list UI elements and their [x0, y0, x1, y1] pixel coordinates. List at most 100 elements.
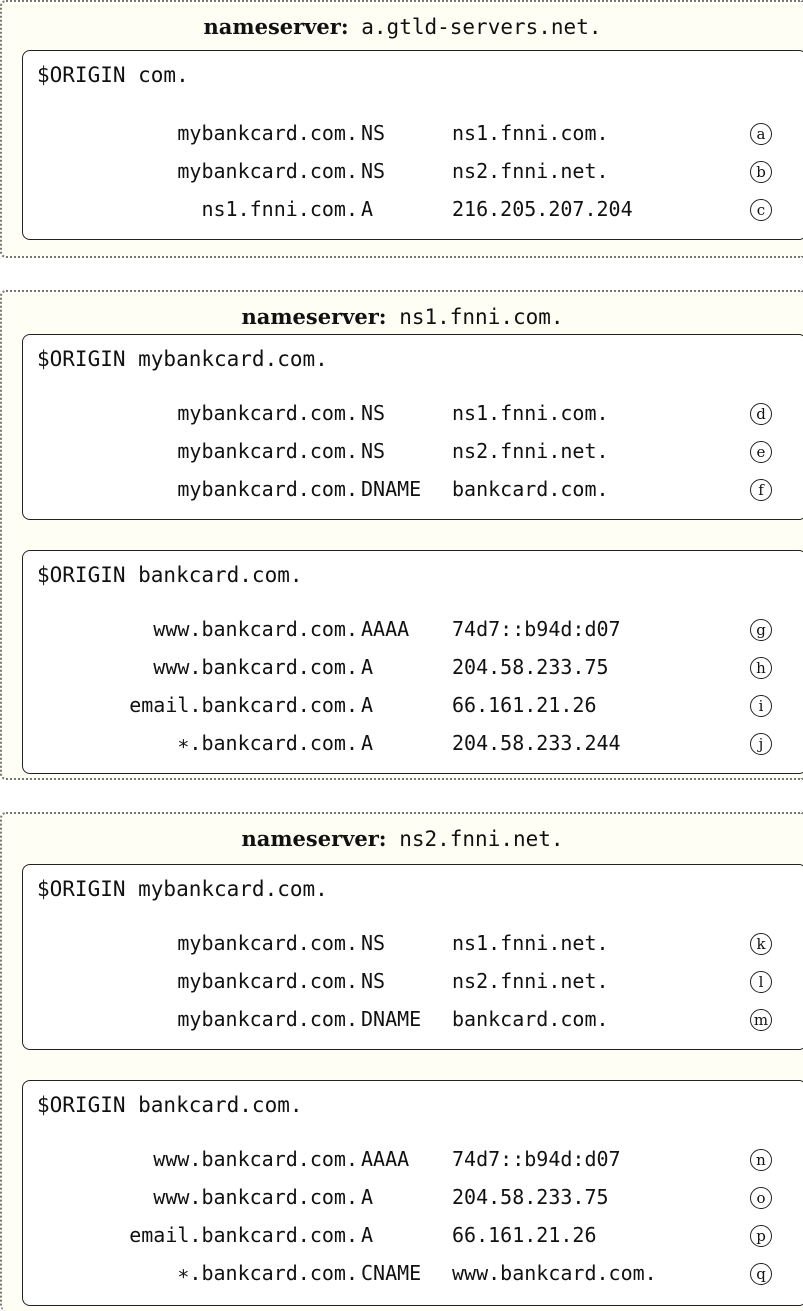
record-owner: www.bankcard.com. [153, 617, 358, 641]
dns-record: www.bankcard.com. AAAA 74d7::b94d:d07 n [23, 1147, 803, 1179]
nameserver-name: ns1.fnni.com. [399, 305, 564, 329]
record-owner: mybankcard.com. [177, 439, 358, 463]
record-data: 74d7::b94d:d07 [452, 1147, 621, 1171]
record-type: AAAA [361, 617, 410, 641]
zone-origin: $ORIGIN bankcard.com. [37, 563, 303, 587]
record-type: NS [361, 969, 386, 993]
dns-record: www.bankcard.com. AAAA 74d7::b94d:d07 g [23, 617, 803, 649]
record-owner: email.bankcard.com. [129, 693, 358, 717]
record-owner: ∗.bankcard.com. [177, 1261, 358, 1285]
record-type: A [361, 731, 374, 755]
nameserver-title: nameserver: ns1.fnni.com. [2, 304, 803, 329]
nameserver-panel-ns1-fnni: nameserver: ns1.fnni.com. $ORIGIN mybank… [0, 290, 803, 780]
nameserver-title: nameserver: a.gtld-servers.net. [2, 14, 803, 39]
record-label-circle: d [750, 403, 772, 425]
record-data: www.bankcard.com. [452, 1261, 657, 1285]
dns-record: mybankcard.com. DNAME bankcard.com. f [23, 477, 803, 509]
record-data: 66.161.21.26 [452, 693, 597, 717]
record-owner: mybankcard.com. [177, 931, 358, 955]
zone-box-mybankcard: $ORIGIN mybankcard.com. mybankcard.com. … [22, 864, 803, 1050]
record-owner: mybankcard.com. [177, 159, 358, 183]
zone-origin: $ORIGIN com. [37, 63, 189, 87]
record-label-circle: p [750, 1225, 772, 1247]
record-data: ns2.fnni.net. [452, 969, 609, 993]
dns-record: ∗.bankcard.com. A 204.58.233.244 j [23, 731, 803, 763]
zone-box-bankcard: $ORIGIN bankcard.com. www.bankcard.com. … [22, 550, 803, 774]
record-label-circle: e [750, 441, 772, 463]
record-type: NS [361, 401, 386, 425]
record-label-circle: c [750, 199, 772, 221]
record-data: ns1.fnni.net. [452, 931, 609, 955]
record-data: ns1.fnni.com. [452, 121, 609, 145]
nameserver-panel-ns2-fnni: nameserver: ns2.fnni.net. $ORIGIN mybank… [0, 812, 803, 1311]
record-label-circle: f [750, 479, 772, 501]
record-label-circle: b [750, 161, 772, 183]
record-type: DNAME [361, 1007, 422, 1031]
nameserver-title: nameserver: ns2.fnni.net. [2, 826, 803, 851]
record-type: CNAME [361, 1261, 422, 1285]
zone-box-bankcard: $ORIGIN bankcard.com. www.bankcard.com. … [22, 1080, 803, 1306]
dns-record: mybankcard.com. NS ns2.fnni.net. b [23, 159, 803, 191]
record-type: AAAA [361, 1147, 410, 1171]
record-type: NS [361, 439, 386, 463]
dns-record: ns1.fnni.com. A 216.205.207.204 c [23, 197, 803, 229]
zone-box-mybankcard: $ORIGIN mybankcard.com. mybankcard.com. … [22, 334, 803, 520]
zone-origin: $ORIGIN bankcard.com. [37, 1093, 303, 1117]
nameserver-name: a.gtld-servers.net. [361, 15, 602, 39]
record-data: 74d7::b94d:d07 [452, 617, 621, 641]
record-data: ns2.fnni.net. [452, 439, 609, 463]
record-label-circle: m [750, 1009, 772, 1031]
nameserver-keyword: nameserver: [241, 304, 387, 329]
dns-record: www.bankcard.com. A 204.58.233.75 o [23, 1185, 803, 1217]
dns-record: email.bankcard.com. A 66.161.21.26 p [23, 1223, 803, 1255]
record-label-circle: a [750, 123, 772, 145]
record-type: A [361, 197, 374, 221]
record-owner: www.bankcard.com. [153, 1185, 358, 1209]
record-type: A [361, 693, 374, 717]
record-type: NS [361, 931, 386, 955]
record-label-circle: j [750, 733, 772, 755]
record-owner: mybankcard.com. [177, 477, 358, 501]
record-data: 216.205.207.204 [452, 197, 633, 221]
record-type: NS [361, 121, 386, 145]
dns-record: mybankcard.com. NS ns1.fnni.net. k [23, 931, 803, 963]
record-type: A [361, 655, 374, 679]
record-data: 204.58.233.244 [452, 731, 621, 755]
record-owner: mybankcard.com. [177, 121, 358, 145]
dns-record: www.bankcard.com. A 204.58.233.75 h [23, 655, 803, 687]
record-owner: ∗.bankcard.com. [177, 731, 358, 755]
nameserver-name: ns2.fnni.net. [399, 827, 564, 851]
record-owner: ns1.fnni.com. [201, 197, 358, 221]
record-data: ns2.fnni.net. [452, 159, 609, 183]
record-owner: email.bankcard.com. [129, 1223, 358, 1247]
record-label-circle: g [750, 619, 772, 641]
dns-record: mybankcard.com. NS ns2.fnni.net. e [23, 439, 803, 471]
dns-record: ∗.bankcard.com. CNAME www.bankcard.com. … [23, 1261, 803, 1293]
nameserver-panel-a-gtld: nameserver: a.gtld-servers.net. $ORIGIN … [0, 0, 803, 258]
record-owner: www.bankcard.com. [153, 1147, 358, 1171]
record-type: DNAME [361, 477, 422, 501]
zone-box-com: $ORIGIN com. mybankcard.com. NS ns1.fnni… [22, 50, 803, 240]
record-owner: mybankcard.com. [177, 401, 358, 425]
record-data: 204.58.233.75 [452, 1185, 609, 1209]
record-label-circle: k [750, 933, 772, 955]
record-type: NS [361, 159, 386, 183]
record-data: bankcard.com. [452, 1007, 609, 1031]
record-label-circle: q [750, 1263, 772, 1285]
record-label-circle: i [750, 695, 772, 717]
zone-origin: $ORIGIN mybankcard.com. [37, 877, 328, 901]
nameserver-keyword: nameserver: [203, 14, 349, 39]
dns-record: mybankcard.com. NS ns1.fnni.com. a [23, 121, 803, 153]
record-owner: mybankcard.com. [177, 1007, 358, 1031]
record-data: bankcard.com. [452, 477, 609, 501]
record-label-circle: o [750, 1187, 772, 1209]
record-data: 66.161.21.26 [452, 1223, 597, 1247]
record-label-circle: h [750, 657, 772, 679]
nameserver-keyword: nameserver: [241, 826, 387, 851]
record-label-circle: n [750, 1149, 772, 1171]
dns-record: mybankcard.com. DNAME bankcard.com. m [23, 1007, 803, 1039]
dns-record: mybankcard.com. NS ns1.fnni.com. d [23, 401, 803, 433]
record-label-circle: l [750, 971, 772, 993]
record-type: A [361, 1185, 374, 1209]
record-owner: www.bankcard.com. [153, 655, 358, 679]
